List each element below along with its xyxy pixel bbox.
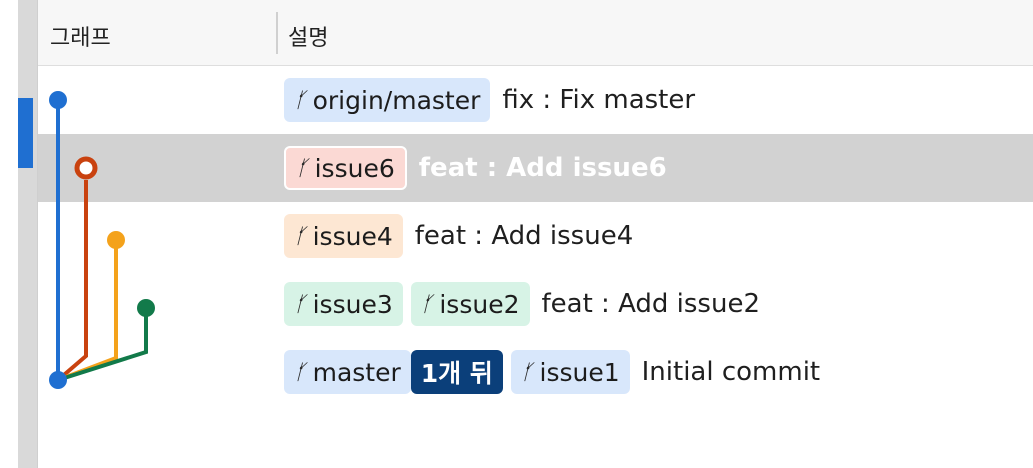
commit-node-initial[interactable] (49, 371, 67, 389)
commit-node-issue6[interactable] (74, 156, 98, 180)
branch-tag-master[interactable]: ᚶ master (284, 350, 411, 394)
branch-tag-issue2[interactable]: ᚶ issue2 (410, 282, 530, 326)
graph-column-header[interactable]: 그래프 (50, 20, 111, 52)
commit-message: feat : Add issue6 (418, 153, 667, 183)
behind-count-badge: 1개 뒤 (410, 350, 503, 394)
commit-row-add-issue2[interactable]: ᚶ issue3 ᚶ issue2 feat : Add issue2 (38, 270, 1033, 338)
branch-tag-label: issue4 (312, 221, 393, 251)
branch-icon: ᚶ (420, 292, 434, 316)
description-column-header[interactable]: 설명 (288, 20, 328, 52)
branch-icon: ᚶ (296, 156, 309, 180)
branch-tag-label: master (312, 357, 401, 387)
commit-node-issue4[interactable] (107, 231, 125, 249)
commit-node-fix-master[interactable] (49, 91, 67, 109)
commit-list: ᚶ origin/master fix : Fix master ᚶ issue… (38, 66, 1033, 468)
commit-message: fix : Fix master (502, 85, 696, 115)
branch-tag-label: issue3 (312, 289, 393, 319)
branch-icon: ᚶ (520, 360, 534, 384)
branch-icon: ᚶ (294, 88, 307, 112)
sidebar-scrollbar[interactable] (18, 0, 38, 468)
branch-tag-origin-master[interactable]: ᚶ origin/master (284, 78, 491, 122)
commit-row-add-issue4[interactable]: ᚶ issue4 feat : Add issue4 (38, 202, 1033, 270)
branch-icon: ᚶ (294, 224, 307, 248)
branch-tag-issue6[interactable]: ᚶ issue6 (284, 146, 407, 190)
commit-message: feat : Add issue2 (541, 289, 761, 319)
commit-row-add-issue6[interactable]: ᚶ issue6 feat : Add issue6 (38, 134, 1033, 202)
column-resize-handle[interactable] (276, 12, 278, 54)
branch-icon: ᚶ (294, 292, 307, 316)
branch-tag-label: origin/master (312, 85, 481, 115)
sidebar-scroll-thumb[interactable] (18, 98, 33, 168)
branch-tag-label: issue1 (539, 357, 620, 387)
commit-row-initial-commit[interactable]: ᚶ master 1개 뒤 ᚶ issue1 Initial commit (38, 338, 1033, 406)
commit-message: feat : Add issue4 (414, 221, 634, 251)
branch-tag-issue4[interactable]: ᚶ issue4 (284, 214, 403, 258)
commit-message: Initial commit (641, 357, 821, 387)
branch-tag-label: issue6 (314, 153, 395, 183)
commit-row-fix-master[interactable]: ᚶ origin/master fix : Fix master (38, 66, 1033, 134)
column-header: 그래프 설명 (38, 0, 1033, 66)
commit-graph (49, 91, 155, 389)
commit-node-issue2[interactable] (137, 299, 155, 317)
branch-icon: ᚶ (294, 360, 307, 384)
graph-line-issue6 (56, 180, 88, 382)
left-gutter (0, 0, 18, 468)
branch-tag-issue3[interactable]: ᚶ issue3 (284, 282, 403, 326)
branch-tag-label: issue2 (439, 289, 520, 319)
branch-tag-issue1[interactable]: ᚶ issue1 (510, 350, 630, 394)
